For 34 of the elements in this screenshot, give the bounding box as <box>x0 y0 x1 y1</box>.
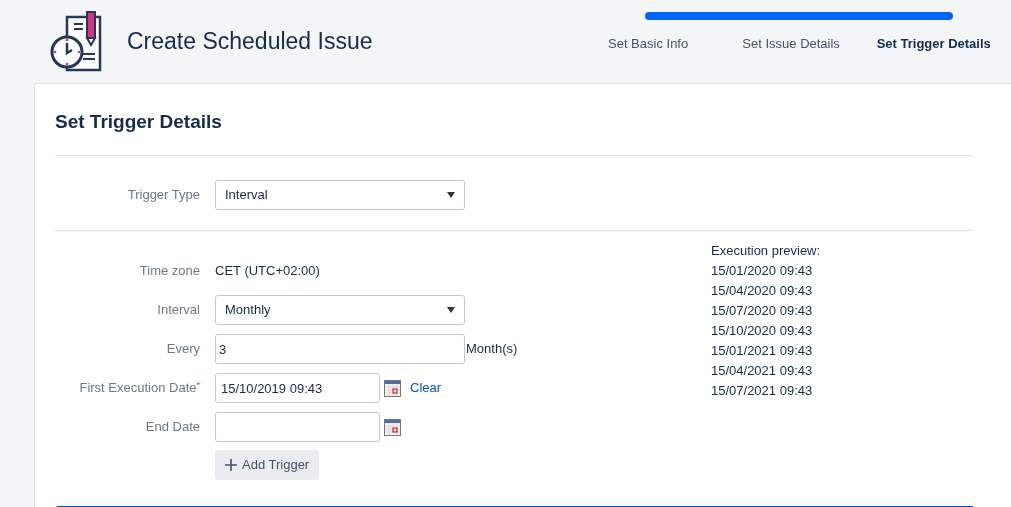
add-trigger-button[interactable]: Add Trigger <box>215 450 320 480</box>
step-tab[interactable]: Set Trigger Details <box>876 34 1011 54</box>
dropdown-caret-icon <box>447 307 455 313</box>
field-label: Every <box>165 340 200 359</box>
section-title: Set Trigger Details <box>55 110 223 134</box>
date-field[interactable] <box>215 412 380 442</box>
preview-date: 15/01/2021 09:43 <box>711 342 814 360</box>
field-label: End Date <box>144 418 200 437</box>
date-field[interactable]: 15/10/2019 09:43 <box>215 373 380 403</box>
preview-date: 15/04/2021 09:43 <box>711 362 814 380</box>
field-label: Interval <box>156 301 200 320</box>
dropdown-caret-icon <box>447 192 455 198</box>
preview-date: 15/07/2020 09:43 <box>711 302 814 320</box>
time-zone-value: CET (UTC+02:00) <box>215 262 320 281</box>
clear-link[interactable]: Clear <box>410 378 442 398</box>
field-label: First Execution Date$^{*}$ <box>78 378 200 398</box>
dropdown-select[interactable]: Monthly <box>215 295 465 325</box>
preview-title: Execution preview: <box>711 242 821 260</box>
preview-date: 15/04/2020 09:43 <box>711 282 814 300</box>
unit-label: Month(s) <box>466 340 518 359</box>
field-label: Time zone <box>138 262 200 281</box>
field-label: Trigger Type <box>126 186 200 205</box>
input-field[interactable]: 3 <box>215 334 465 364</box>
step-tab[interactable]: Set Basic Info <box>608 34 743 54</box>
page-title: Create Scheduled Issue <box>127 27 373 57</box>
dropdown-select[interactable]: Interval <box>215 180 465 210</box>
preview-date: 15/10/2020 09:43 <box>711 322 814 340</box>
preview-date: 15/07/2021 09:43 <box>711 382 814 400</box>
required-asterisk: * <box>196 379 200 390</box>
calendar-icon[interactable] <box>384 418 401 436</box>
preview-date: 15/01/2020 09:43 <box>711 262 814 280</box>
plus-icon <box>225 459 237 471</box>
step-tab[interactable]: Set Issue Details <box>742 34 877 54</box>
calendar-icon[interactable] <box>384 379 401 397</box>
